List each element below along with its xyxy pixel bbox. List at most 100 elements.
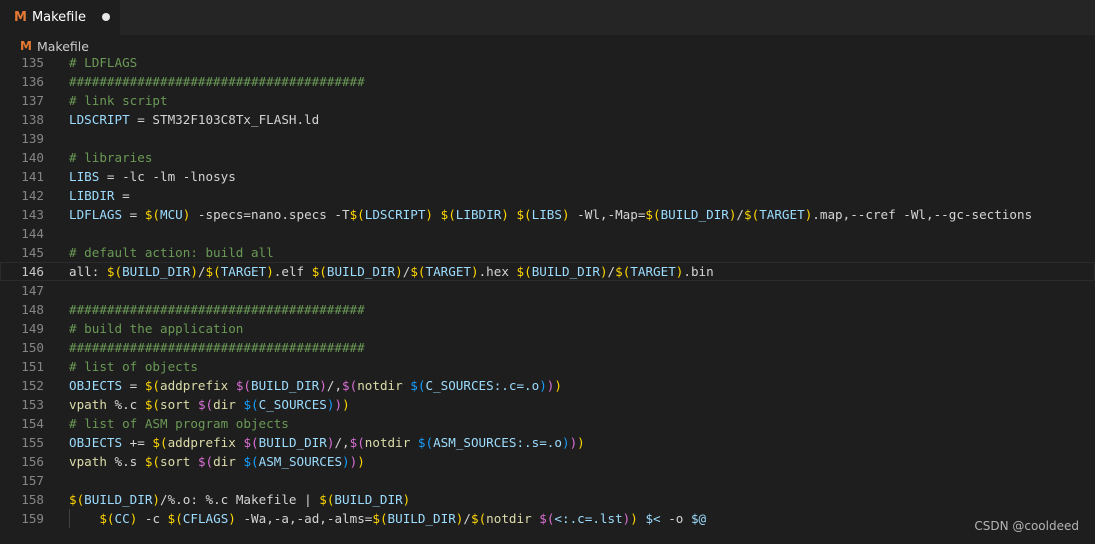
code-token: C_SOURCES [258,397,327,412]
code-token: ) [190,264,198,279]
code-line[interactable]: 151 # list of objects [0,357,1095,376]
code-token: vpath [69,397,107,412]
code-token: # build the application [69,321,244,336]
code-token: $( [645,207,661,222]
line-code: OBJECTS += $(addprefix $(BUILD_DIR)/,$(n… [69,433,585,452]
code-line[interactable]: 150 #####################################… [0,338,1095,357]
code-token: ) [577,435,585,450]
line-number: 141 [21,169,44,184]
code-editor[interactable]: 135 # LDFLAGS 136 #########################… [0,53,1095,544]
code-line[interactable]: 142 LIBDIR = [0,186,1095,205]
line-number: 145 [21,245,44,260]
code-token: ) [228,511,236,526]
code-line[interactable]: 156 vpath %.s $(sort $(dir $(ASM_SOURCES)… [0,452,1095,471]
code-token: = [114,188,130,203]
unsaved-dot-icon[interactable] [102,13,110,21]
code-token: CC [114,511,130,526]
code-token: LDSCRIPT [364,207,426,222]
code-line[interactable]: 158 $(BUILD_DIR)/%.o: %.c Makefile | $(BU… [0,490,1095,509]
line-number: 156 [21,454,44,469]
code-line[interactable]: 139 [0,129,1095,148]
code-token: LDSCRIPT [69,112,130,127]
code-token: $( [470,511,487,526]
code-token: BUILD_DIR [326,264,396,279]
code-token: C_SOURCES:.c=.o [425,378,540,393]
code-token: = [122,207,145,222]
code-token: BUILD_DIR [84,492,153,507]
code-line[interactable]: 137 # link script [0,91,1095,110]
code-token: $( [410,264,426,279]
code-line[interactable]: 140 # libraries [0,148,1095,167]
line-code: # LDFLAGS [69,53,137,72]
code-token: CFLAGS [182,511,229,526]
code-token: $( [167,511,183,526]
line-code: # list of ASM program objects [69,414,289,433]
code-token: ####################################### [69,74,365,89]
code-line[interactable]: 146 all: $(BUILD_DIR)/$(TARGET).elf $(BUI… [0,262,1095,281]
code-token: MCU [160,207,183,222]
code-line[interactable]: 144 [0,224,1095,243]
code-token: ) [630,511,638,526]
code-token: $( [99,511,115,526]
code-token: $( [516,207,532,222]
code-line[interactable]: 138 LDSCRIPT = STM32F103C8Tx_FLASH.ld [0,110,1095,129]
code-token: $( [205,264,221,279]
code-token: $( [69,492,85,507]
line-number: 154 [21,416,44,431]
breadcrumb-item-makefile[interactable]: Makefile [37,39,89,54]
line-number: 146 [21,264,44,279]
code-token: / [197,264,206,279]
code-line[interactable]: 135 # LDFLAGS [0,53,1095,72]
code-line[interactable]: 143 LDFLAGS = $(MCU) -specs=nano.specs -T… [0,205,1095,224]
code-token: $( [311,264,327,279]
code-line[interactable]: 153 vpath %.c $(sort $(dir $(C_SOURCES))) [0,395,1095,414]
line-number: 152 [21,378,44,393]
code-token: $( [319,492,335,507]
code-token: -specs=nano.specs -T [190,207,350,222]
code-token: $( [106,264,123,279]
line-number: 157 [21,473,44,488]
code-token: ) [152,492,161,507]
code-token: # default action: build all [69,245,274,260]
code-token: BUILD_DIR [660,207,729,222]
code-line[interactable]: 147 [0,281,1095,300]
code-token: $( [243,397,259,412]
code-token: = [122,378,145,393]
code-line[interactable]: 136 #####################################… [0,72,1095,91]
line-number: 137 [21,93,44,108]
code-token: OBJECTS [69,378,123,393]
line-code: $(BUILD_DIR)/%.o: %.c Makefile | $(BUILD… [69,490,410,509]
code-token: dir [213,454,236,469]
code-line[interactable]: 148 #####################################… [0,300,1095,319]
code-line[interactable]: 159 $(CC) -c $(CFLAGS) -Wa,-a,-ad,-alms=… [0,509,1095,528]
line-code: vpath %.s $(sort $(dir $(ASM_SOURCES))) [69,452,365,471]
code-line[interactable]: 152 OBJECTS = $(addprefix $(BUILD_DIR)/,$… [0,376,1095,395]
line-number: 153 [21,397,44,412]
line-number: 158 [21,492,44,507]
code-line[interactable]: 155 OBJECTS += $(addprefix $(BUILD_DIR)/,… [0,433,1095,452]
code-line[interactable]: 145 # default action: build all [0,243,1095,262]
code-token: ) [599,264,608,279]
line-number: 151 [21,359,44,374]
line-code: # build the application [69,319,243,338]
code-token: ) [266,264,274,279]
code-line[interactable]: 157 [0,471,1095,490]
code-token: TARGET [220,264,267,279]
code-token: TARGET [759,207,805,222]
line-code: LIBDIR = [69,186,130,205]
line-code: # list of objects [69,357,198,376]
code-token: $( [349,435,365,450]
tab-makefile[interactable]: M Makefile [0,0,120,35]
code-token: notdir [357,378,403,393]
code-line[interactable]: 154 # list of ASM program objects [0,414,1095,433]
code-token: LIBDIR [69,188,115,203]
code-line[interactable]: 149 # build the application [0,319,1095,338]
line-code: ####################################### [69,72,365,91]
code-token: # LDFLAGS [69,55,138,70]
code-token: ) [539,378,547,393]
code-token: -Wa,-a,-ad,-alms= [235,511,373,526]
code-line[interactable]: 141 LIBS = -lc -lm -lnosys [0,167,1095,186]
code-token: /%.o: %.c Makefile | [160,492,320,507]
line-code: vpath %.c $(sort $(dir $(C_SOURCES))) [69,395,350,414]
code-token: LDFLAGS [69,207,123,222]
